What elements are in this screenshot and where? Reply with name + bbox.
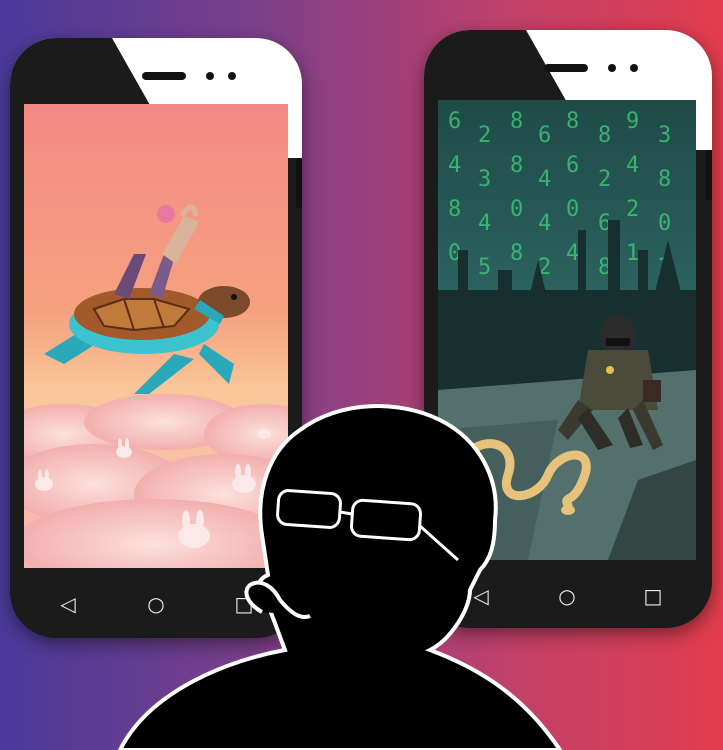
thinking-man-silhouette <box>117 404 563 750</box>
